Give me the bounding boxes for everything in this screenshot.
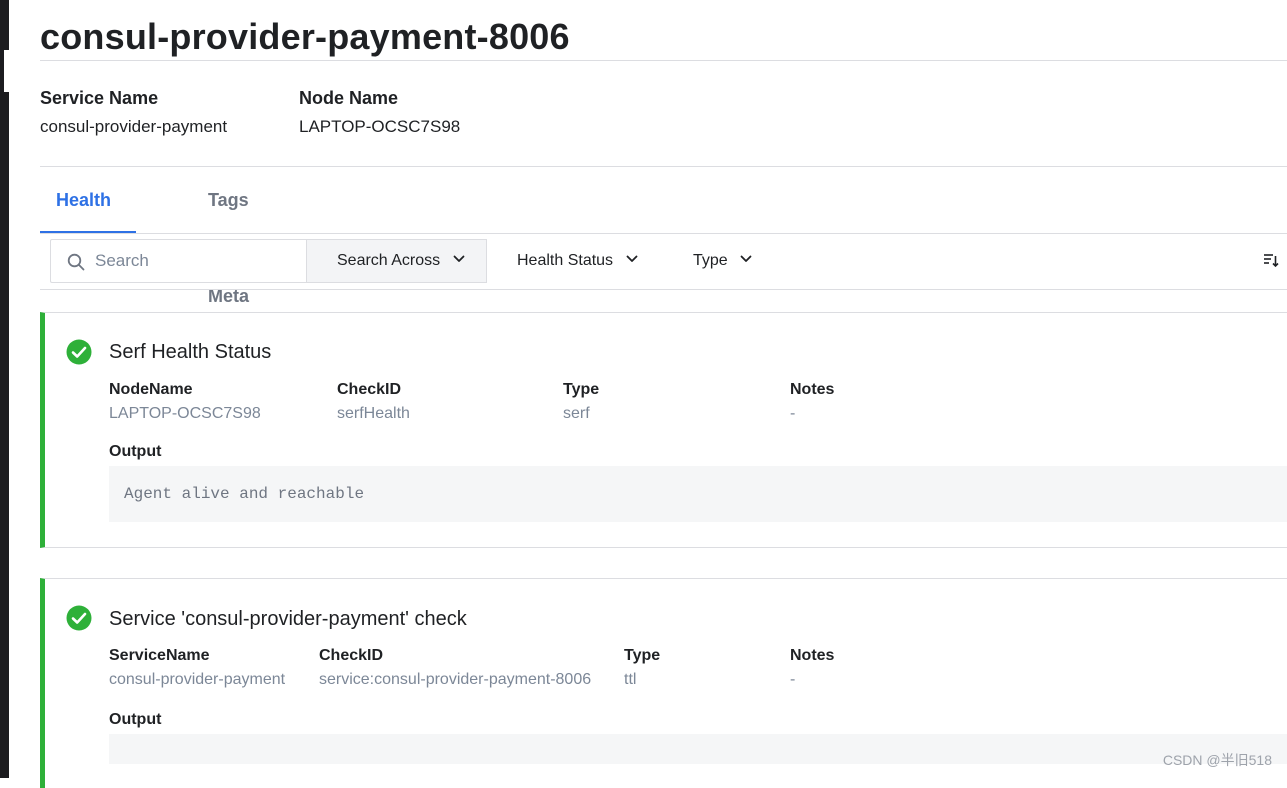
health-status-label: Health Status	[517, 252, 613, 269]
search-input[interactable]	[95, 240, 295, 282]
search-across-label: Search Across	[337, 252, 440, 269]
left-window-edge	[0, 0, 9, 778]
type-label: Type	[693, 252, 728, 269]
search-across-dropdown[interactable]: Search Across	[306, 239, 487, 283]
field-label: Notes	[790, 647, 834, 665]
watermark: CSDN @半旧518	[1163, 750, 1272, 770]
field-label: ServiceName	[109, 647, 285, 665]
service-name-block: Service Name consul-provider-payment	[40, 88, 227, 137]
check-field: Type ttl	[624, 647, 660, 689]
tab-health-checks[interactable]: Health Checks	[40, 176, 136, 234]
field-value: -	[790, 405, 834, 423]
filter-toolbar: Search Across Health Status Type	[50, 239, 1287, 283]
field-value: serf	[563, 405, 599, 423]
field-value: service:consul-provider-payment-8006	[319, 671, 591, 689]
health-check-card: Serf Health Status NodeName LAPTOP-OCSC7…	[40, 312, 1287, 548]
check-field: ServiceName consul-provider-payment	[109, 647, 285, 689]
field-value: serfHealth	[337, 405, 410, 423]
field-label: CheckID	[337, 381, 410, 399]
sort-icon	[1263, 252, 1279, 268]
check-title: Serf Health Status	[109, 341, 271, 364]
field-value: ttl	[624, 671, 660, 689]
field-label: NodeName	[109, 381, 261, 399]
check-circle-icon	[66, 339, 92, 365]
search-icon	[67, 253, 85, 271]
check-title: Service 'consul-provider-payment' check	[109, 608, 467, 631]
check-field: Notes -	[790, 381, 834, 423]
chevron-down-icon	[453, 255, 465, 263]
service-instance-page: consul-provider-payment-8006 Service Nam…	[40, 0, 1287, 778]
field-label: Type	[624, 647, 660, 665]
sort-button[interactable]	[1263, 252, 1279, 273]
node-name-label: Node Name	[299, 88, 460, 109]
search-box	[50, 239, 307, 283]
check-field: CheckID serfHealth	[337, 381, 410, 423]
field-value: -	[790, 671, 834, 689]
title-divider	[40, 60, 1287, 61]
node-name-block: Node Name LAPTOP-OCSC7S98	[299, 88, 460, 137]
tab-tags-meta[interactable]: Tags & Meta	[192, 176, 265, 234]
type-dropdown[interactable]: Type	[693, 239, 752, 283]
check-field: Type serf	[563, 381, 599, 423]
page-title: consul-provider-payment-8006	[40, 16, 570, 58]
field-label: Notes	[790, 381, 834, 399]
health-status-dropdown[interactable]: Health Status	[517, 239, 638, 283]
check-field: NodeName LAPTOP-OCSC7S98	[109, 381, 261, 423]
check-field: Notes -	[790, 647, 834, 689]
output-box: Agent alive and reachable	[109, 466, 1287, 522]
meta-divider	[40, 166, 1287, 167]
tab-divider	[40, 233, 1287, 234]
output-label: Output	[109, 443, 161, 461]
check-circle-icon	[66, 605, 92, 631]
check-field: CheckID service:consul-provider-payment-…	[319, 647, 591, 689]
field-label: CheckID	[319, 647, 591, 665]
chevron-down-icon	[740, 255, 752, 263]
field-value: LAPTOP-OCSC7S98	[109, 405, 261, 423]
service-name-label: Service Name	[40, 88, 227, 109]
output-box	[109, 734, 1287, 764]
node-name-link[interactable]: LAPTOP-OCSC7S98	[299, 117, 460, 137]
health-check-card: Service 'consul-provider-payment' check …	[40, 578, 1287, 788]
field-label: Type	[563, 381, 599, 399]
field-value: consul-provider-payment	[109, 671, 285, 689]
chevron-down-icon	[626, 255, 638, 263]
output-label: Output	[109, 711, 161, 729]
toolbar-divider	[40, 289, 1287, 290]
service-name-value: consul-provider-payment	[40, 117, 227, 137]
window-edge-notch	[4, 50, 9, 92]
